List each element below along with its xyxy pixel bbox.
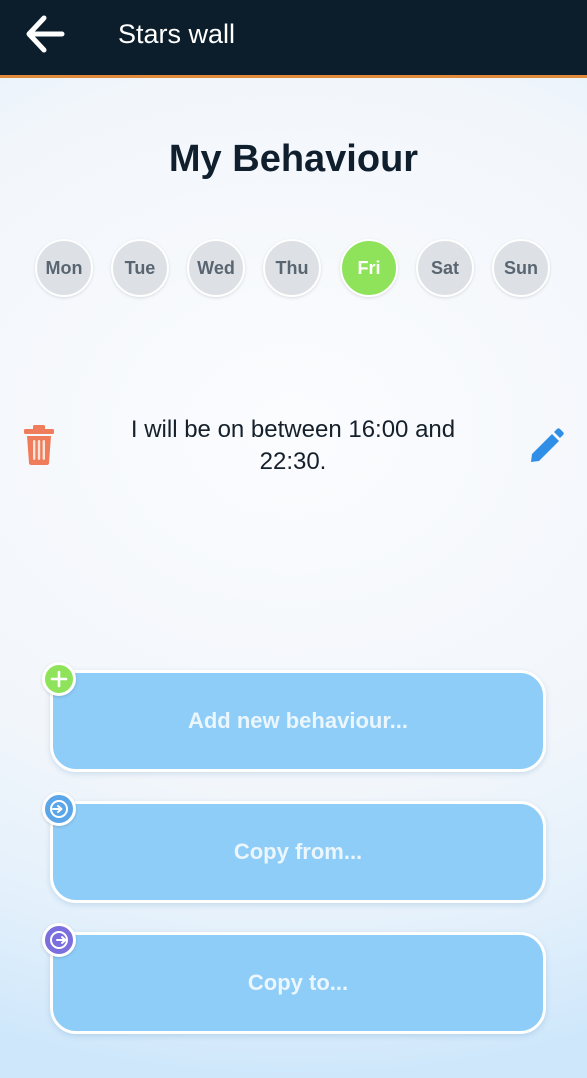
edit-behaviour-button[interactable] (526, 426, 566, 466)
day-fri[interactable]: Fri (340, 239, 398, 297)
arrow-left-icon (26, 15, 65, 53)
back-button[interactable] (24, 14, 68, 54)
day-mon[interactable]: Mon (35, 239, 93, 297)
copy-from-button[interactable]: Copy from... (50, 801, 546, 903)
day-selector: Mon Tue Wed Thu Fri Sat Sun (35, 239, 555, 299)
pencil-icon (531, 428, 564, 462)
trash-icon (24, 425, 54, 465)
copy-to-button[interactable]: Copy to... (50, 932, 546, 1034)
day-tue[interactable]: Tue (111, 239, 169, 297)
day-thu[interactable]: Thu (263, 239, 321, 297)
day-sat[interactable]: Sat (416, 239, 474, 297)
day-wed[interactable]: Wed (187, 239, 245, 297)
add-behaviour-button[interactable]: Add new behaviour... (50, 670, 546, 772)
copy-to-icon (42, 923, 76, 957)
delete-behaviour-button[interactable] (22, 424, 56, 466)
header-title: Stars wall (118, 19, 236, 49)
copy-from-icon (42, 792, 76, 826)
plus-icon (42, 662, 76, 696)
page-title: My Behaviour (168, 138, 419, 180)
day-sun[interactable]: Sun (492, 239, 550, 297)
behaviour-text: I will be on between 16:00 and 22:30. (130, 416, 456, 475)
app-header: Stars wall (0, 0, 587, 78)
